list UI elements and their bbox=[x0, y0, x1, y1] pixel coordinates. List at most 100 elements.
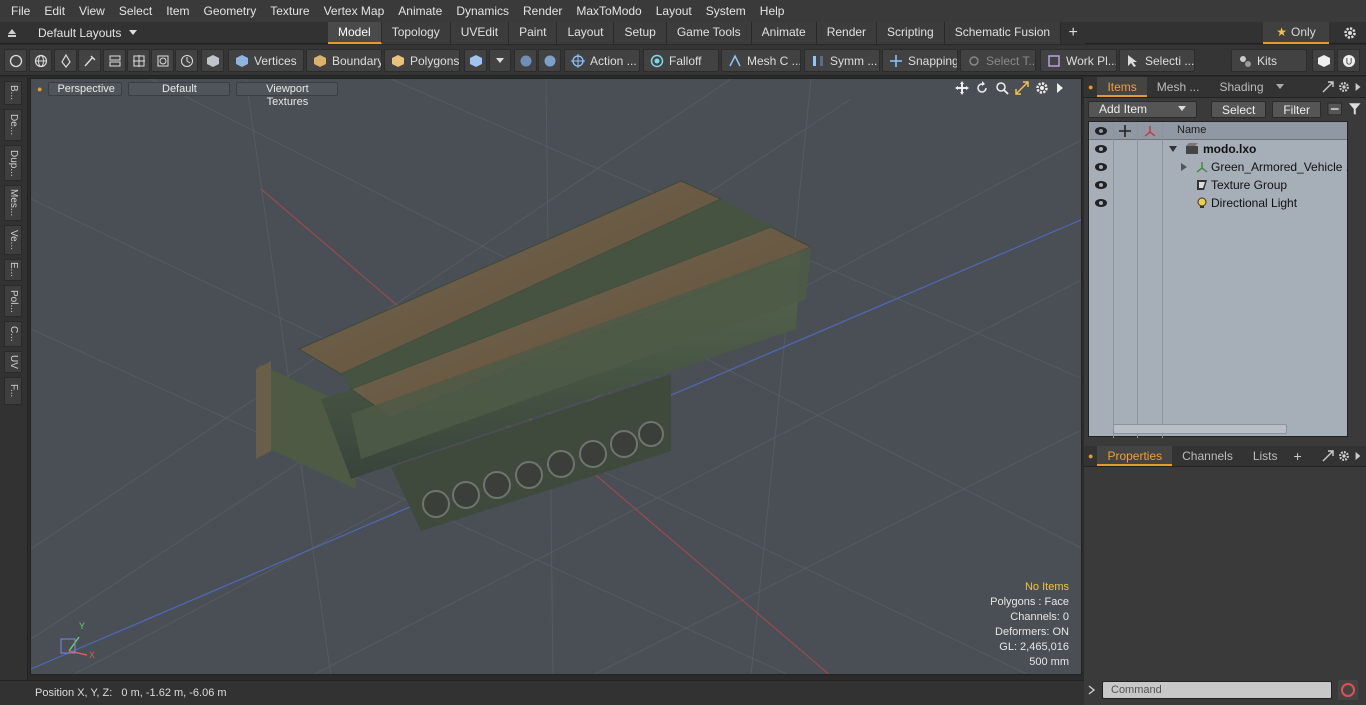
menu-item[interactable]: Item bbox=[159, 4, 196, 18]
left-tab-uv[interactable]: UV bbox=[4, 351, 22, 373]
item-mode-button[interactable] bbox=[201, 49, 224, 72]
mesh-constraints-button[interactable]: Mesh C ... bbox=[721, 49, 801, 72]
snap-view-button[interactable] bbox=[538, 49, 561, 72]
tab-paint[interactable]: Paint bbox=[509, 22, 558, 44]
tab-animate[interactable]: Animate bbox=[751, 22, 817, 44]
menu-geometry[interactable]: Geometry bbox=[197, 4, 264, 18]
layout-settings-button[interactable] bbox=[1336, 22, 1364, 44]
add-panel-tab-button[interactable]: + bbox=[1288, 448, 1308, 464]
filter-icon[interactable] bbox=[1348, 102, 1362, 116]
menu-select[interactable]: Select bbox=[112, 4, 159, 18]
tab-shading[interactable]: Shading bbox=[1209, 77, 1273, 97]
select-mode-button[interactable] bbox=[4, 49, 27, 72]
menu-edit[interactable]: Edit bbox=[37, 4, 72, 18]
vertices-mode-button[interactable]: Vertices bbox=[228, 49, 304, 72]
eye-icon[interactable] bbox=[1094, 143, 1108, 155]
menu-file[interactable]: File bbox=[4, 4, 37, 18]
tree-item-mesh[interactable]: Green_Armored_Vehicle ... bbox=[1089, 158, 1356, 176]
command-input[interactable]: Command bbox=[1102, 681, 1332, 699]
tab-topology[interactable]: Topology bbox=[381, 22, 451, 44]
unreal-button[interactable]: U bbox=[1337, 49, 1360, 72]
eye-icon[interactable] bbox=[1094, 161, 1108, 173]
falloff-button[interactable]: Falloff bbox=[643, 49, 719, 72]
tree-horizontal-scrollbar[interactable] bbox=[1113, 424, 1287, 434]
left-tab-basic[interactable]: B... bbox=[4, 81, 22, 105]
pen-tool-button[interactable] bbox=[54, 49, 77, 72]
view-mode-button[interactable]: Perspective bbox=[48, 82, 123, 96]
globe-button[interactable] bbox=[29, 49, 52, 72]
snapping-button[interactable]: Snapping bbox=[882, 49, 958, 72]
gear-icon[interactable] bbox=[1035, 81, 1049, 95]
tab-schematic-fusion[interactable]: Schematic Fusion bbox=[944, 22, 1062, 44]
unity-button[interactable] bbox=[1312, 49, 1335, 72]
tree-item-texture-group[interactable]: Texture Group bbox=[1089, 176, 1347, 194]
frame-tool-button[interactable] bbox=[151, 49, 174, 72]
items-tree[interactable]: Name modo.lxo Green_Armored_Vehicle ... … bbox=[1088, 121, 1356, 438]
play-icon[interactable] bbox=[1354, 450, 1362, 462]
select-through-button[interactable]: Select T... bbox=[960, 49, 1036, 72]
menu-system[interactable]: System bbox=[699, 4, 753, 18]
tab-mesh[interactable]: Mesh ... bbox=[1147, 77, 1210, 97]
viewport-textures-button[interactable]: Viewport Textures bbox=[236, 82, 339, 108]
tab-layout[interactable]: Layout bbox=[557, 22, 615, 44]
menu-view[interactable]: View bbox=[72, 4, 112, 18]
eye-icon[interactable] bbox=[1094, 179, 1108, 191]
left-tab-mesh-edit[interactable]: Mes... bbox=[4, 185, 22, 221]
play-icon[interactable] bbox=[1055, 81, 1065, 95]
expand-icon[interactable] bbox=[1322, 81, 1334, 93]
play-icon[interactable] bbox=[1354, 81, 1362, 93]
left-tab-polygon[interactable]: Pol... bbox=[4, 285, 22, 317]
menu-help[interactable]: Help bbox=[753, 4, 792, 18]
symmetry-view-button[interactable] bbox=[514, 49, 537, 72]
collapse-icon[interactable] bbox=[1327, 102, 1342, 116]
collapsed-arrow-icon[interactable] bbox=[1180, 163, 1188, 171]
tab-uvedit[interactable]: UVEdit bbox=[450, 22, 510, 44]
tab-properties[interactable]: Properties bbox=[1097, 446, 1173, 466]
tab-scripting[interactable]: Scripting bbox=[877, 22, 945, 44]
menu-dynamics[interactable]: Dynamics bbox=[449, 4, 516, 18]
work-plane-button[interactable]: Work Pl... bbox=[1040, 49, 1117, 72]
tab-items[interactable]: Items bbox=[1097, 77, 1147, 97]
action-center-button[interactable]: Action ... bbox=[564, 49, 640, 72]
eye-icon[interactable] bbox=[1094, 197, 1108, 209]
material-mode-button[interactable] bbox=[464, 49, 487, 72]
tree-vertical-scrollbar[interactable] bbox=[1350, 121, 1362, 437]
menu-vertex-map[interactable]: Vertex Map bbox=[317, 4, 392, 18]
maximize-icon[interactable] bbox=[1015, 81, 1029, 95]
3d-viewport[interactable]: Y X ● Perspective Default Viewport Textu… bbox=[30, 78, 1082, 675]
gear-icon[interactable] bbox=[1338, 81, 1350, 93]
mode-dropdown-button[interactable] bbox=[489, 49, 511, 72]
boundary-mode-button[interactable]: Boundary bbox=[306, 49, 382, 72]
left-tab-vertex[interactable]: Ve... bbox=[4, 225, 22, 255]
left-tab-duplicate[interactable]: Dup... bbox=[4, 145, 22, 181]
grid-tool-button[interactable] bbox=[127, 49, 150, 72]
tab-model[interactable]: Model bbox=[328, 22, 382, 44]
menu-texture[interactable]: Texture bbox=[263, 4, 316, 18]
polygons-mode-button[interactable]: Polygons bbox=[384, 49, 460, 72]
brush-tool-button[interactable] bbox=[78, 49, 101, 72]
only-toggle[interactable]: ★ Only bbox=[1263, 22, 1329, 44]
kits-button[interactable]: Kits bbox=[1231, 49, 1307, 72]
menu-animate[interactable]: Animate bbox=[391, 4, 449, 18]
timer-tool-button[interactable] bbox=[175, 49, 198, 72]
menu-maxtomodo[interactable]: MaxToModo bbox=[569, 4, 648, 18]
expand-arrow-icon[interactable] bbox=[1169, 145, 1177, 153]
tab-channels[interactable]: Channels bbox=[1172, 446, 1243, 466]
tree-item-scene[interactable]: modo.lxo bbox=[1089, 140, 1347, 158]
left-tab-fusion[interactable]: F... bbox=[4, 377, 22, 405]
left-tab-edge[interactable]: E... bbox=[4, 259, 22, 281]
gear-icon[interactable] bbox=[1338, 450, 1350, 462]
add-tab-button[interactable]: + bbox=[1061, 22, 1086, 44]
chevron-down-icon[interactable] bbox=[1275, 84, 1284, 90]
symmetry-button[interactable]: Symm ... bbox=[804, 49, 880, 72]
tab-lists[interactable]: Lists bbox=[1243, 446, 1288, 466]
selection-sets-button[interactable]: Selecti ... bbox=[1119, 49, 1195, 72]
select-button[interactable]: Select bbox=[1210, 100, 1267, 118]
menu-render[interactable]: Render bbox=[516, 4, 569, 18]
menu-layout[interactable]: Layout bbox=[649, 4, 699, 18]
expand-icon[interactable] bbox=[1322, 450, 1334, 462]
record-icon[interactable] bbox=[1338, 680, 1358, 700]
rotate-icon[interactable] bbox=[975, 81, 989, 95]
align-tool-button[interactable] bbox=[103, 49, 126, 72]
layout-selector[interactable]: Default Layouts bbox=[6, 22, 138, 44]
